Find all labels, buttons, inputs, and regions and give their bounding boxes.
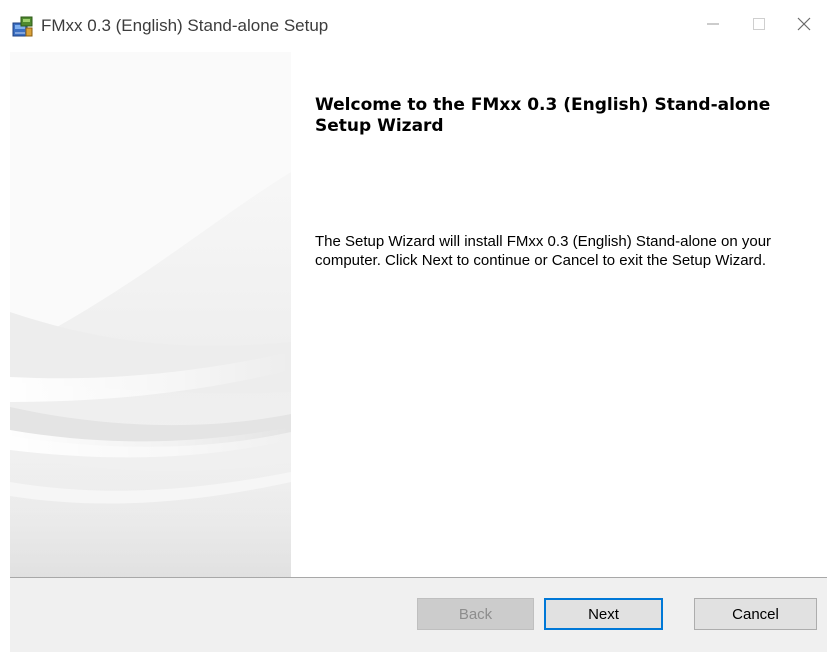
maximize-icon (753, 17, 765, 35)
wizard-banner-image (10, 52, 291, 577)
installer-box-icon (12, 14, 34, 38)
back-button[interactable]: Back (417, 598, 534, 630)
next-button[interactable]: Next (544, 598, 663, 630)
setup-window: FMxx 0.3 (English) Stand-alone Setup Wel… (0, 0, 827, 652)
minimize-icon (707, 17, 719, 35)
welcome-heading: Welcome to the FMxx 0.3 (English) Stand-… (315, 95, 771, 136)
wizard-content: Welcome to the FMxx 0.3 (English) Stand-… (291, 52, 827, 577)
title-bar[interactable]: FMxx 0.3 (English) Stand-alone Setup (0, 0, 827, 52)
close-icon (797, 17, 811, 36)
close-button[interactable] (781, 0, 827, 52)
cancel-button[interactable]: Cancel (694, 598, 817, 630)
welcome-description: The Setup Wizard will install FMxx 0.3 (… (315, 233, 772, 269)
window-title: FMxx 0.3 (English) Stand-alone Setup (41, 16, 329, 35)
button-bar: Back Next Cancel (10, 578, 827, 652)
minimize-button[interactable] (690, 0, 736, 52)
maximize-button[interactable] (736, 0, 782, 52)
